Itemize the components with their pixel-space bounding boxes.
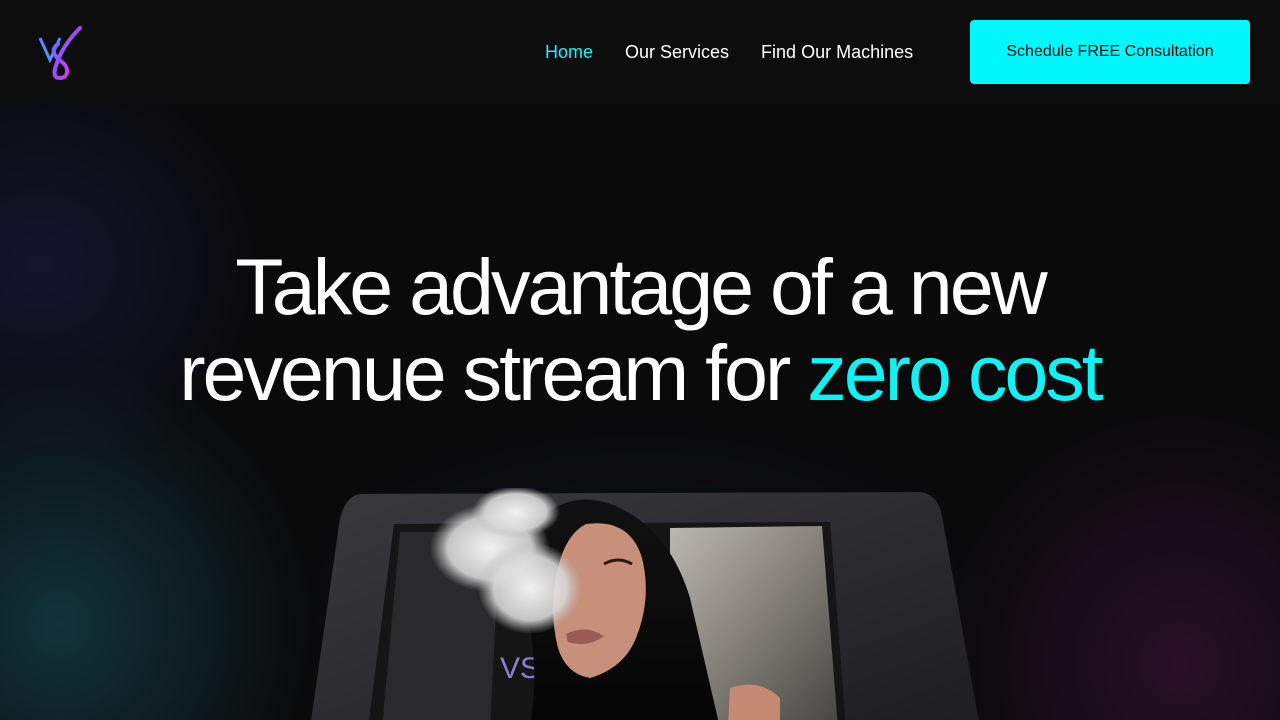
brand-logo[interactable] [36, 24, 88, 82]
schedule-consultation-button[interactable]: Schedule FREE Consultation [970, 20, 1250, 84]
page: Home Our Services Find Our Machines Sche… [0, 0, 1280, 720]
main-nav: Home Our Services Find Our Machines [545, 40, 913, 64]
headline-accent-zero-cost: zero cost [807, 328, 1104, 417]
nav-home-link[interactable]: Home [545, 40, 593, 64]
site-header: Home Our Services Find Our Machines Sche… [0, 0, 1280, 104]
headline-line-1: Take advantage of a new [235, 242, 1047, 331]
hero-section: Take advantage of a new revenue stream f… [0, 104, 1280, 720]
headline-line-2-prefix: revenue stream for [179, 328, 808, 417]
nav-our-services-link[interactable]: Our Services [625, 40, 729, 64]
hero-image: VS [311, 488, 979, 720]
nav-find-our-machines-link[interactable]: Find Our Machines [761, 40, 913, 64]
hero-headline: Take advantage of a new revenue stream f… [0, 244, 1280, 416]
